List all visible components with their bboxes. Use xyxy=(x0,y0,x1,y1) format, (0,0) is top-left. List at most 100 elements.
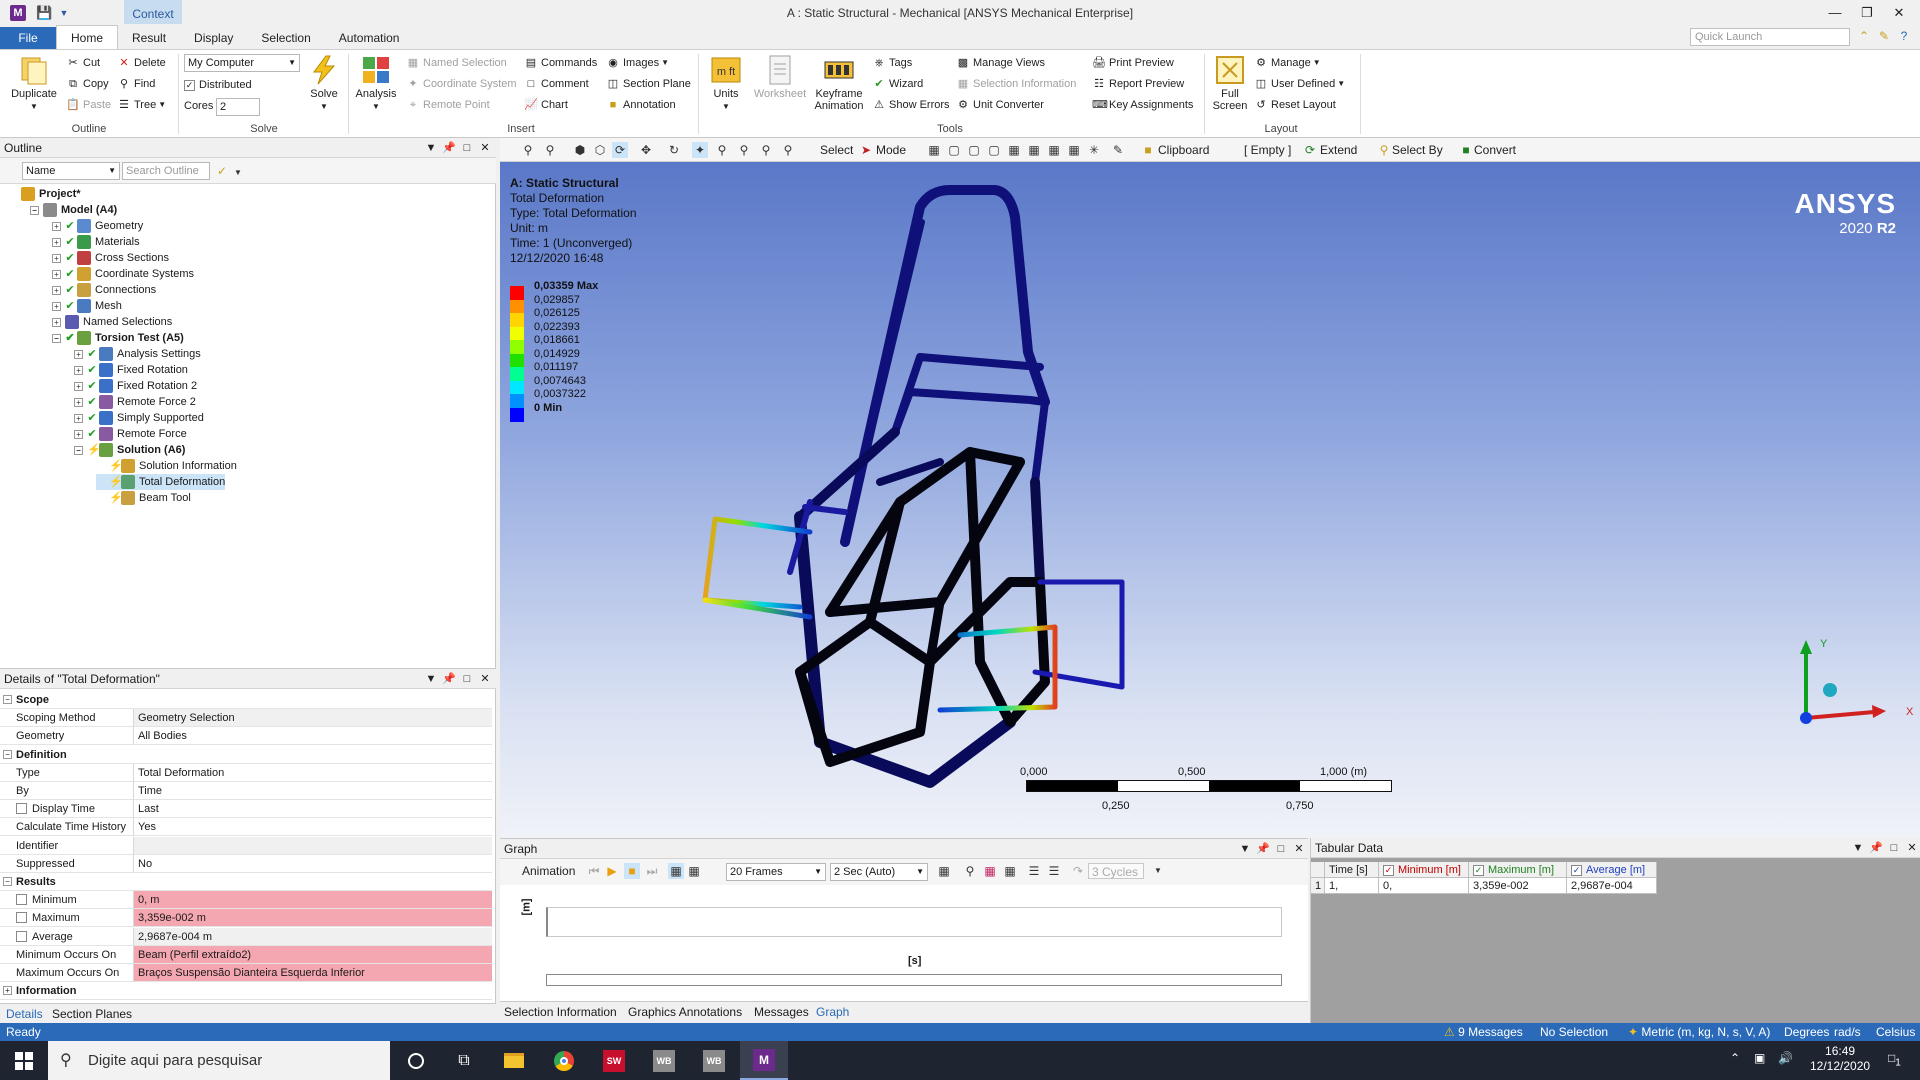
expand-collapse-icon[interactable]: − xyxy=(3,749,12,759)
notifications-icon[interactable]: □1 xyxy=(1888,1051,1901,1068)
pin-icon[interactable]: 📌 xyxy=(442,141,456,155)
column-header-minimum[interactable]: ✓ Minimum [m] xyxy=(1379,862,1469,878)
details-value[interactable]: Braços Suspensão Dianteira Esquerda Infe… xyxy=(134,964,492,982)
tab-details[interactable]: Details xyxy=(2,1006,47,1022)
copy-button[interactable]: ⧉ Copy xyxy=(66,75,109,93)
tab-home[interactable]: Home xyxy=(56,25,119,49)
play-icon[interactable]: ▶ xyxy=(604,863,620,879)
magnifier-icon[interactable]: ⚲ xyxy=(758,142,774,158)
keyframe-animation-button[interactable]: Keyframe Animation xyxy=(810,54,868,112)
tree-button[interactable]: ☰ Tree ▼ xyxy=(117,96,166,114)
details-row[interactable]: Minimum 0, m xyxy=(0,891,492,910)
details-value[interactable]: Beam (Perfil extraído2) xyxy=(134,945,492,964)
duplicate-button[interactable]: Duplicate ▼ xyxy=(6,54,62,113)
parameter-checkbox[interactable] xyxy=(16,912,27,924)
result-sets-icon[interactable]: ▦ xyxy=(686,863,702,879)
solve-button[interactable]: Solve ▼ xyxy=(304,54,344,113)
expand-collapse-icon[interactable]: + xyxy=(52,269,61,279)
cortana-icon[interactable] xyxy=(392,1041,440,1080)
close-panel-icon[interactable]: ✕ xyxy=(1905,841,1919,855)
details-value[interactable]: No xyxy=(134,855,492,873)
pan-icon[interactable]: ✥ xyxy=(638,142,654,158)
expand-collapse-icon[interactable]: − xyxy=(74,445,83,455)
details-section[interactable]: + Information xyxy=(0,982,492,1001)
search-outline-input[interactable]: Search Outline xyxy=(122,162,210,180)
graph-options-icon[interactable]: ☰ xyxy=(1026,863,1042,879)
key-assignments-button[interactable]: ⌨ Key Assignments xyxy=(1092,96,1193,114)
tree-item[interactable]: + ✔ Connections xyxy=(52,282,156,298)
tab-file[interactable]: File xyxy=(0,27,56,49)
network-icon[interactable]: ▣ xyxy=(1754,1051,1765,1065)
select-sparkle-icon[interactable]: ✳ xyxy=(1086,142,1102,158)
named-selection-button[interactable]: ▦ Named Selection xyxy=(406,54,507,72)
comment-button[interactable]: □ Comment xyxy=(524,75,589,93)
extend-icon[interactable]: ⟳ xyxy=(1302,142,1318,158)
expand-collapse-icon[interactable]: + xyxy=(52,237,61,247)
zoom-in-icon[interactable]: ⚲ xyxy=(520,142,536,158)
filter-dropdown-icon[interactable]: ▼ xyxy=(230,165,246,181)
zoom-all-icon[interactable]: ⚲ xyxy=(780,142,796,158)
maximize-panel-icon[interactable]: □ xyxy=(460,141,474,155)
mode-arrow-icon[interactable]: ➤ xyxy=(858,142,874,158)
panel-menu-icon[interactable]: ▼ xyxy=(1851,841,1865,855)
details-value[interactable]: Time xyxy=(134,782,492,800)
distributed-frames-icon[interactable]: ▦ xyxy=(668,863,684,879)
parameter-checkbox[interactable] xyxy=(16,930,27,942)
mode-dropdown[interactable]: Mode xyxy=(876,142,906,158)
maximize-panel-icon[interactable]: □ xyxy=(460,672,474,686)
tab-graphics-annotations[interactable]: Graphics Annotations xyxy=(624,1004,746,1020)
file-explorer-icon[interactable] xyxy=(490,1041,538,1080)
details-section[interactable]: − Definition xyxy=(0,746,492,764)
details-value[interactable]: 3,359e-002 m xyxy=(134,909,492,928)
panel-menu-icon[interactable]: ▼ xyxy=(424,141,438,155)
details-value[interactable]: 0, m xyxy=(134,891,492,910)
reset-layout-button[interactable]: ↺ Reset Layout xyxy=(1254,96,1335,114)
select-by-icon[interactable]: ⚲ xyxy=(1376,142,1392,158)
details-row[interactable]: Scoping Method Geometry Selection xyxy=(0,709,492,728)
tree-item[interactable]: ⚡ Total Deformation xyxy=(96,474,226,490)
expand-collapse-icon[interactable]: − xyxy=(52,333,61,343)
windows-start-icon[interactable] xyxy=(0,1041,48,1080)
analysis-button[interactable]: Analysis ▼ xyxy=(354,54,398,113)
wireframe-icon[interactable]: ⬡ xyxy=(592,142,608,158)
details-row[interactable]: By Time xyxy=(0,782,492,800)
tab-section-planes[interactable]: Section Planes xyxy=(48,1006,136,1022)
mechanical-app-icon[interactable]: M xyxy=(10,5,26,21)
details-value[interactable]: Total Deformation xyxy=(134,764,492,782)
tree-item[interactable]: + ✔ Geometry xyxy=(52,218,143,234)
expand-collapse-icon[interactable]: + xyxy=(74,349,83,359)
full-screen-button[interactable]: Full Screen xyxy=(1210,54,1250,112)
coordinate-system-button[interactable]: ✦ Coordinate System xyxy=(406,75,516,93)
tree-item[interactable]: ⚡ Solution Information xyxy=(96,458,237,474)
distributed-checkbox[interactable]: ✓ Distributed xyxy=(184,76,252,94)
report-preview-button[interactable]: ☷ Report Preview xyxy=(1092,75,1184,93)
units-button[interactable]: m ft Units ▼ xyxy=(706,54,746,113)
expand-collapse-icon[interactable]: − xyxy=(30,205,39,215)
close-button[interactable]: ✕ xyxy=(1884,2,1914,24)
details-row[interactable]: Display Time Last xyxy=(0,800,492,819)
delete-button[interactable]: ✕ Delete xyxy=(117,54,165,72)
expand-collapse-icon[interactable]: + xyxy=(52,253,61,263)
clipboard-dropdown[interactable]: Clipboard xyxy=(1158,142,1209,158)
details-row[interactable]: Minimum Occurs On Beam (Perfil extraído2) xyxy=(0,945,492,964)
table-cell[interactable]: 1, xyxy=(1325,878,1379,894)
user-defined-button[interactable]: ◫ User Defined ▼ xyxy=(1254,75,1345,93)
select-element-icon[interactable]: ▦ xyxy=(1026,142,1042,158)
iso-view-icon[interactable]: ⬢ xyxy=(572,142,588,158)
panel-menu-icon[interactable]: ▼ xyxy=(424,672,438,686)
feedback-icon[interactable]: ✎ xyxy=(1876,29,1892,45)
expand-collapse-icon[interactable]: + xyxy=(52,221,61,231)
tree-item[interactable]: + ✔ Materials xyxy=(52,234,140,250)
tab-result[interactable]: Result xyxy=(118,27,180,49)
duration-select[interactable]: 2 Sec (Auto) ▼ xyxy=(830,863,928,881)
tags-button[interactable]: ⎈ Tags xyxy=(872,54,913,72)
graph-plot-area[interactable] xyxy=(546,907,1282,937)
expand-collapse-icon[interactable]: + xyxy=(3,986,12,996)
commands-button[interactable]: ▤ Commands xyxy=(524,54,597,72)
mechanical-taskbar-icon[interactable]: M xyxy=(740,1041,788,1080)
panel-menu-icon[interactable]: ▼ xyxy=(1238,842,1252,856)
tree-item[interactable]: + Named Selections xyxy=(52,314,172,330)
tree-item[interactable]: + ✔ Coordinate Systems xyxy=(52,266,194,282)
pin-icon[interactable]: 📌 xyxy=(1256,842,1270,856)
filter-check-icon[interactable]: ✓ xyxy=(214,163,230,179)
